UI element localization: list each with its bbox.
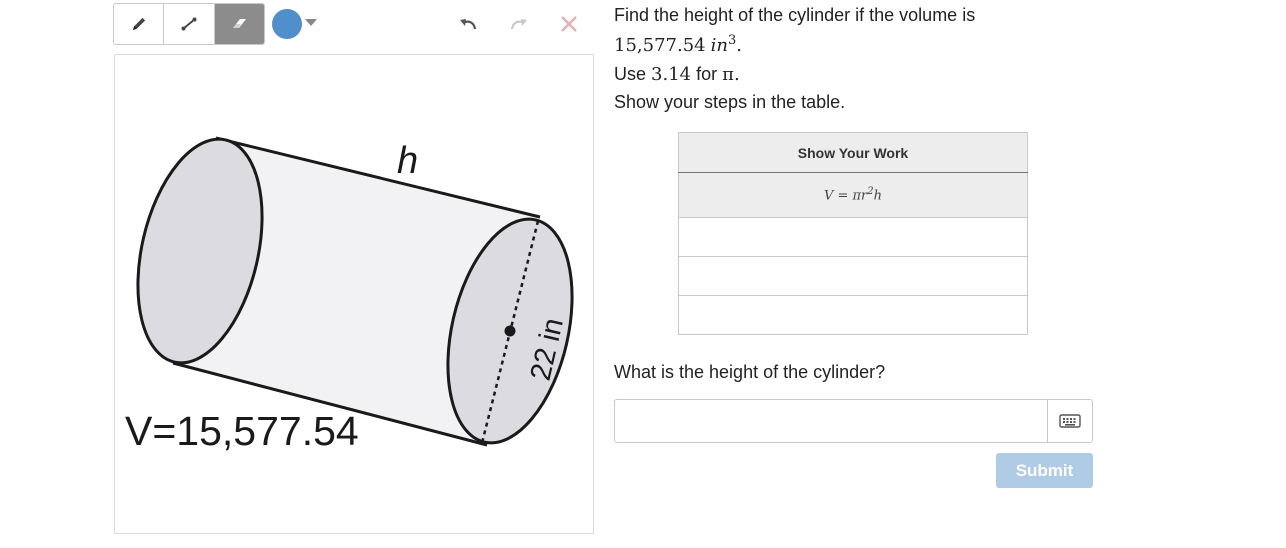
- line-icon: [181, 17, 197, 31]
- pi-value: 3.14: [651, 64, 692, 85]
- work-step-row[interactable]: [678, 256, 1028, 296]
- answer-input[interactable]: [616, 401, 1046, 441]
- question-intro: Find the height of the cylinder if the v…: [614, 5, 976, 25]
- color-picker-swatch[interactable]: [272, 9, 302, 39]
- question-line-1: Find the height of the cylinder if the v…: [614, 5, 975, 26]
- eraser-tool-button[interactable]: [214, 4, 264, 44]
- question-volume: 15,577.54 in3.: [614, 33, 742, 56]
- chevron-down-icon[interactable]: [305, 19, 317, 26]
- submit-button[interactable]: Submit: [996, 453, 1093, 488]
- answer-field: [614, 399, 1093, 443]
- clear-button[interactable]: [558, 13, 580, 35]
- pencil-tool-button[interactable]: [114, 4, 165, 44]
- undo-icon: [460, 19, 477, 30]
- eraser-icon: [233, 19, 247, 28]
- formula-rhs: h: [873, 188, 883, 204]
- keyboard-button[interactable]: [1047, 400, 1092, 442]
- volume-unit: in: [710, 35, 728, 56]
- drawing-tool-group: [113, 3, 265, 45]
- question-line-2: Use 3.14 for π.: [614, 64, 740, 85]
- for-label: for: [696, 64, 718, 84]
- answer-prompt: What is the height of the cylinder?: [614, 362, 885, 383]
- redo-button[interactable]: [508, 13, 530, 35]
- show-your-work-table: Show Your Work V = πr2h: [678, 132, 1028, 335]
- clear-icon: [561, 16, 577, 32]
- line-tool-button[interactable]: [164, 4, 215, 44]
- drawing-canvas[interactable]: h 22 in V=15,577.54: [114, 54, 594, 534]
- height-label: h: [397, 140, 418, 182]
- use-label: Use: [614, 64, 647, 84]
- answer-prompt-text: What is the height of the cylinder?: [614, 362, 886, 382]
- pencil-icon: [132, 17, 145, 30]
- steps-instruction: Show your steps in the table.: [614, 92, 846, 112]
- work-step-row[interactable]: [678, 217, 1028, 257]
- question-line-3: Show your steps in the table.: [614, 92, 845, 113]
- work-step-row[interactable]: [678, 295, 1028, 335]
- volume-label: V=15,577.54: [125, 408, 359, 454]
- formula-row: V = πr2h: [678, 172, 1028, 218]
- redo-icon: [510, 19, 527, 30]
- cylinder-figure: h 22 in V=15,577.54: [125, 136, 574, 454]
- table-header: Show Your Work: [678, 132, 1028, 173]
- pi-symbol: π: [722, 64, 734, 85]
- undo-button[interactable]: [457, 13, 479, 35]
- volume-value: 15,577.54: [614, 35, 706, 56]
- keyboard-icon: [1059, 414, 1081, 428]
- formula-lhs: V = πr: [823, 188, 868, 204]
